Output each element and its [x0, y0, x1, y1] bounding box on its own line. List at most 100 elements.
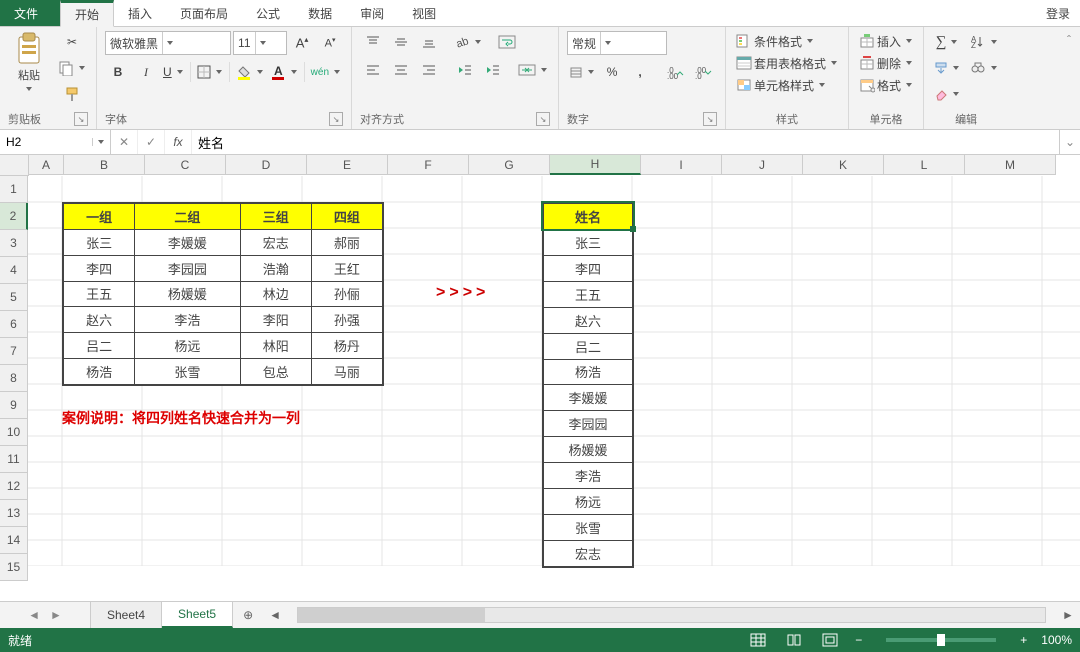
- sheet-tab-sheet4[interactable]: Sheet4: [91, 602, 162, 628]
- column-header[interactable]: D: [226, 155, 307, 175]
- zoom-out-button[interactable]: −: [855, 633, 862, 647]
- font-color-button[interactable]: A: [268, 61, 300, 83]
- table-cell[interactable]: 孙强: [311, 307, 382, 333]
- table-cell[interactable]: 浩瀚: [240, 255, 311, 281]
- cell-grid[interactable]: 一组二组三组四组张三李媛媛宏志郝丽李四李园园浩瀚王红王五杨媛媛林边孙俪赵六李浩李…: [28, 176, 1080, 601]
- table-cell[interactable]: 杨媛媛: [135, 281, 240, 307]
- borders-button[interactable]: [195, 61, 225, 83]
- cut-button[interactable]: ✂: [56, 31, 88, 53]
- table-cell[interactable]: 赵六: [544, 307, 633, 333]
- table-cell[interactable]: 杨远: [135, 333, 240, 359]
- sheet-nav-prev-button[interactable]: ◄: [28, 608, 40, 622]
- tab-file[interactable]: 文件: [0, 0, 60, 26]
- row-header[interactable]: 3: [0, 230, 28, 257]
- align-center-button[interactable]: [388, 59, 414, 81]
- collapse-ribbon-button[interactable]: ˆ: [1058, 27, 1080, 129]
- table-header-cell[interactable]: 二组: [135, 204, 240, 230]
- table-cell[interactable]: 王红: [311, 255, 382, 281]
- dialog-launcher-icon[interactable]: ↘: [536, 112, 550, 126]
- dialog-launcher-icon[interactable]: ↘: [703, 112, 717, 126]
- table-cell[interactable]: 李四: [544, 255, 633, 281]
- wrap-text-button[interactable]: [494, 31, 520, 53]
- table-cell[interactable]: 李浩: [135, 307, 240, 333]
- view-normal-button[interactable]: [747, 631, 769, 649]
- cell-styles-button[interactable]: 单元格样式: [734, 75, 828, 95]
- insert-cells-button[interactable]: 插入: [857, 31, 915, 51]
- number-format-combo[interactable]: 常规: [567, 31, 667, 55]
- sort-filter-button[interactable]: AZ: [968, 31, 1000, 53]
- orientation-button[interactable]: ab: [452, 31, 484, 53]
- scroll-track[interactable]: [297, 607, 1046, 623]
- column-header[interactable]: A: [29, 155, 64, 175]
- table-cell[interactable]: 李媛媛: [544, 385, 633, 411]
- align-middle-button[interactable]: [388, 31, 414, 53]
- row-header[interactable]: 15: [0, 554, 28, 581]
- table-cell[interactable]: 包总: [240, 359, 311, 385]
- merge-center-button[interactable]: [516, 59, 550, 81]
- font-size-combo[interactable]: 11: [233, 31, 287, 55]
- increase-indent-button[interactable]: [480, 59, 506, 81]
- column-header[interactable]: C: [145, 155, 226, 175]
- table-cell[interactable]: 宏志: [240, 229, 311, 255]
- table-cell[interactable]: 吕二: [544, 333, 633, 359]
- increase-decimal-button[interactable]: .0.00: [663, 61, 689, 83]
- tab-formulas[interactable]: 公式: [242, 0, 294, 26]
- row-header[interactable]: 8: [0, 365, 28, 392]
- column-header[interactable]: H: [550, 155, 641, 175]
- expand-formula-bar-button[interactable]: ⌄: [1059, 130, 1080, 154]
- login-link[interactable]: 登录: [1036, 0, 1080, 26]
- column-header[interactable]: J: [722, 155, 803, 175]
- align-left-button[interactable]: [360, 59, 386, 81]
- row-header[interactable]: 10: [0, 419, 28, 446]
- column-header[interactable]: K: [803, 155, 884, 175]
- row-header[interactable]: 11: [0, 446, 28, 473]
- table-cell[interactable]: 杨媛媛: [544, 437, 633, 463]
- table-cell[interactable]: 李园园: [135, 255, 240, 281]
- table-cell[interactable]: 郝丽: [311, 229, 382, 255]
- row-header[interactable]: 1: [0, 176, 28, 203]
- format-as-table-button[interactable]: 套用表格格式: [734, 53, 840, 73]
- scroll-left-button[interactable]: ◄: [267, 607, 283, 623]
- fill-button[interactable]: [932, 57, 962, 79]
- font-name-combo[interactable]: 微软雅黑: [105, 31, 231, 55]
- add-sheet-button[interactable]: ⊕: [233, 602, 263, 628]
- percent-button[interactable]: %: [599, 61, 625, 83]
- table-cell[interactable]: 杨远: [544, 489, 633, 515]
- table-cell[interactable]: 杨丹: [311, 333, 382, 359]
- bold-button[interactable]: B: [105, 61, 131, 83]
- table-header-cell[interactable]: 三组: [240, 204, 311, 230]
- row-header[interactable]: 12: [0, 473, 28, 500]
- underline-button[interactable]: U: [161, 61, 186, 83]
- zoom-in-button[interactable]: +: [1020, 633, 1027, 647]
- tab-insert[interactable]: 插入: [114, 0, 166, 26]
- table-cell[interactable]: 李四: [64, 255, 135, 281]
- enter-formula-button[interactable]: ✓: [138, 130, 165, 154]
- table-cell[interactable]: 张雪: [544, 515, 633, 541]
- table-cell[interactable]: 杨浩: [544, 359, 633, 385]
- row-header[interactable]: 6: [0, 311, 28, 338]
- formula-input[interactable]: [192, 130, 1071, 154]
- zoom-slider[interactable]: [886, 638, 996, 642]
- align-top-button[interactable]: [360, 31, 386, 53]
- format-cells-button[interactable]: 格式: [857, 75, 915, 95]
- table-cell[interactable]: 王五: [544, 281, 633, 307]
- table-header-cell[interactable]: 四组: [311, 204, 382, 230]
- phonetic-button[interactable]: wén: [309, 61, 343, 83]
- row-header[interactable]: 7: [0, 338, 28, 365]
- horizontal-scrollbar[interactable]: ◄ ►: [263, 602, 1080, 628]
- scroll-right-button[interactable]: ►: [1060, 607, 1076, 623]
- column-header[interactable]: B: [64, 155, 145, 175]
- align-bottom-button[interactable]: [416, 31, 442, 53]
- table-cell[interactable]: 赵六: [64, 307, 135, 333]
- row-header[interactable]: 14: [0, 527, 28, 554]
- decrease-indent-button[interactable]: [452, 59, 478, 81]
- conditional-formatting-button[interactable]: 条件格式: [734, 31, 816, 51]
- column-header[interactable]: G: [469, 155, 550, 175]
- row-header[interactable]: 9: [0, 392, 28, 419]
- row-header[interactable]: 13: [0, 500, 28, 527]
- increase-font-button[interactable]: A▴: [289, 32, 315, 54]
- scroll-thumb[interactable]: [298, 608, 485, 622]
- copy-button[interactable]: [56, 57, 88, 79]
- insert-function-button[interactable]: fx: [165, 130, 192, 154]
- row-header[interactable]: 2: [0, 203, 28, 230]
